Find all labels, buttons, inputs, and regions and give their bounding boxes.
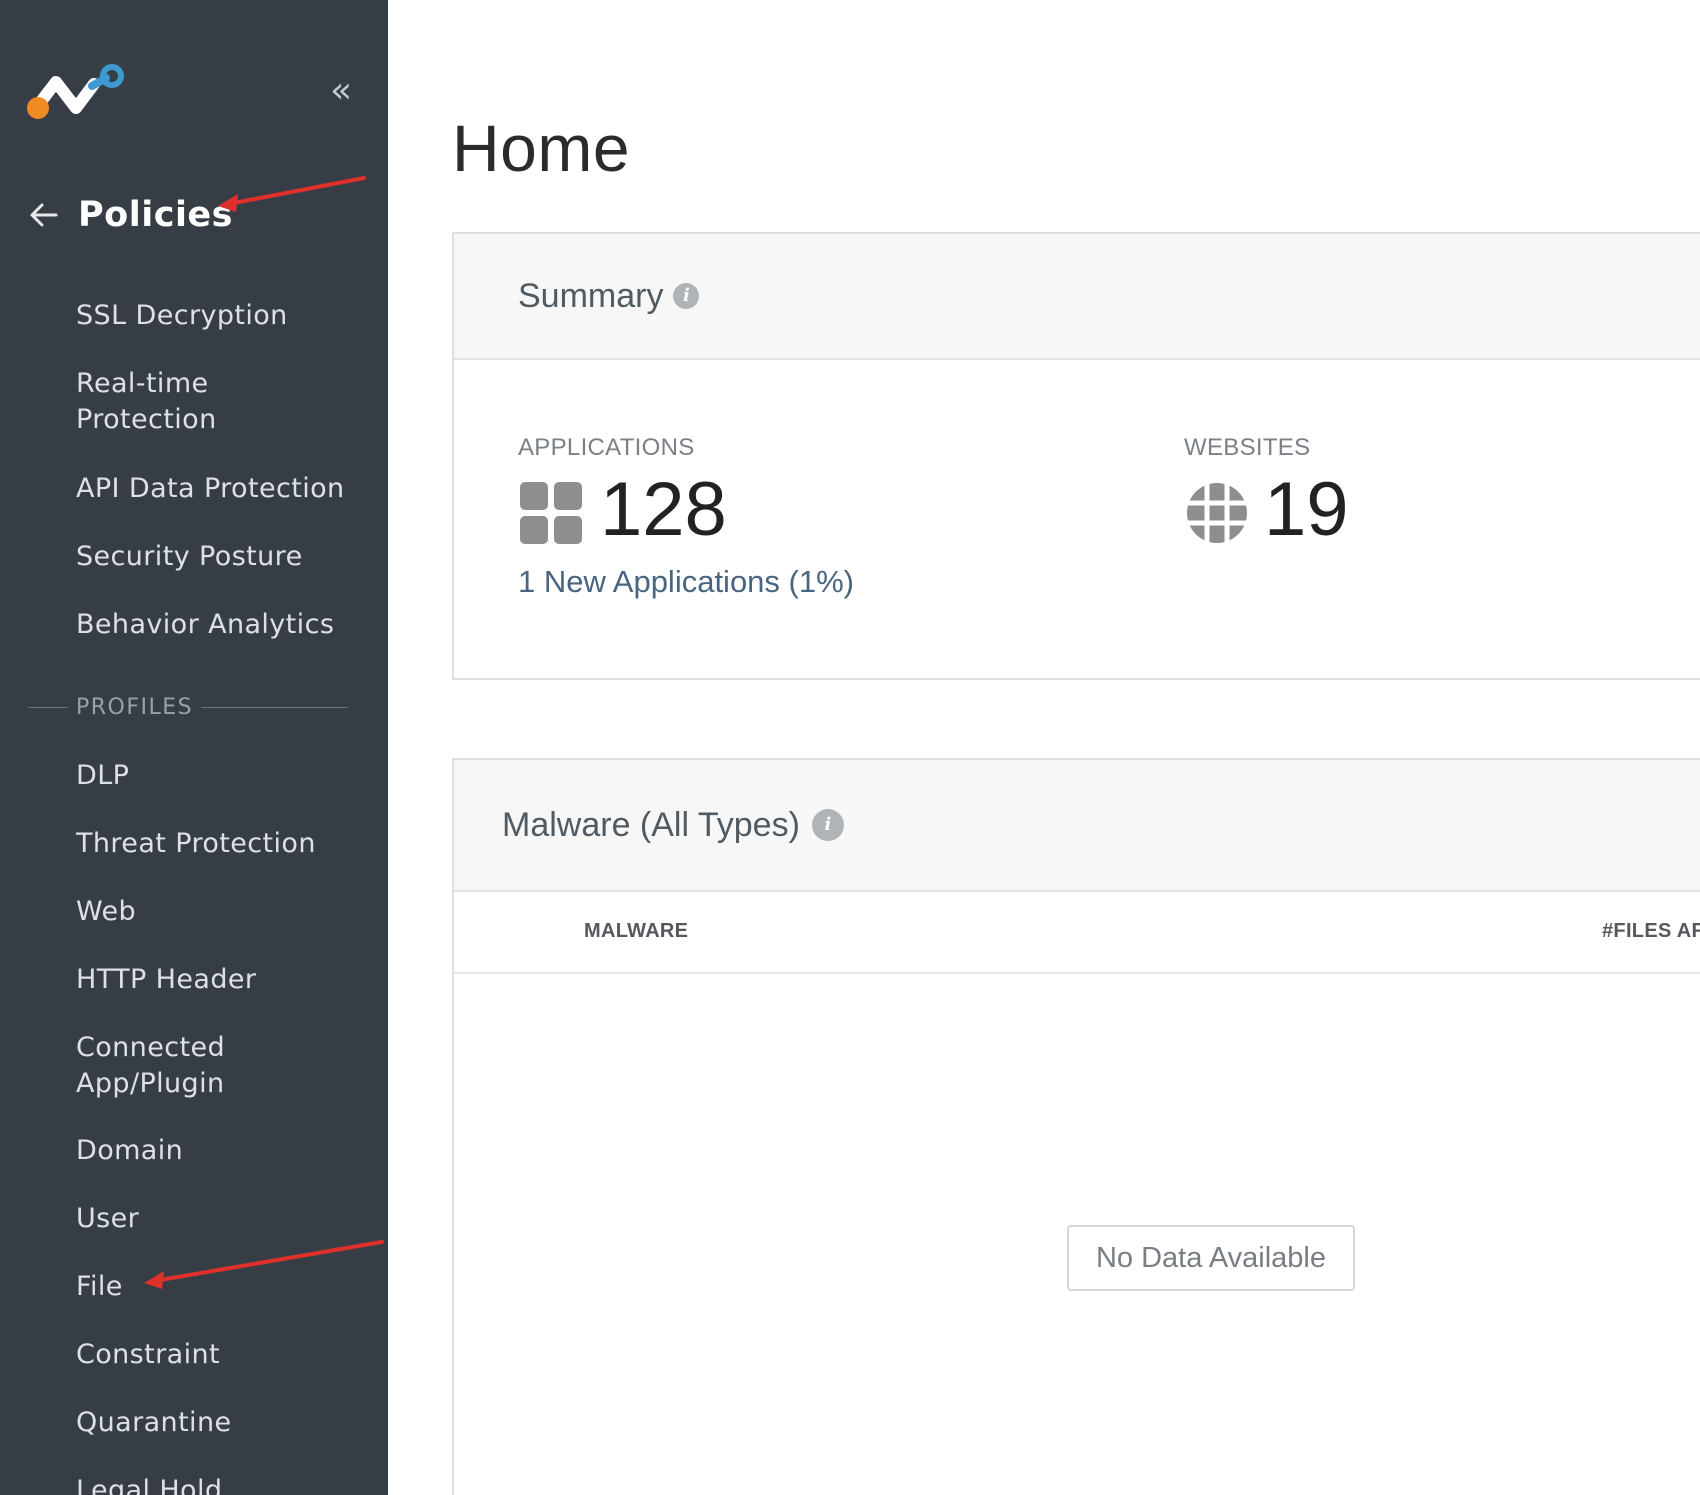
sidebar-item-threat-protection[interactable]: Threat Protection: [76, 826, 366, 862]
column-header-files-affected[interactable]: #FILES AFF: [1602, 920, 1700, 943]
summary-card: Summary i APPLICATIONS 128 1 New Applica…: [452, 232, 1700, 680]
websites-label: WEBSITES: [1184, 434, 1311, 461]
collapse-sidebar-icon[interactable]: «: [326, 73, 356, 109]
sidebar-item-real-time-protection[interactable]: Real-time Protection: [76, 366, 306, 438]
new-applications-link[interactable]: 1 New Applications (1%): [518, 564, 854, 600]
summary-title: Summary: [518, 276, 664, 315]
summary-header: Summary i: [454, 234, 1700, 360]
sidebar-item-dlp[interactable]: DLP: [76, 758, 366, 794]
sidebar-item-quarantine[interactable]: Quarantine: [76, 1405, 366, 1441]
page-title: Home: [452, 111, 631, 185]
info-icon[interactable]: i: [673, 283, 700, 309]
applications-grid-icon: [520, 482, 582, 544]
netskope-logo[interactable]: [26, 64, 126, 124]
sidebar-item-legal-hold[interactable]: Legal Hold: [76, 1473, 366, 1495]
no-data-message: No Data Available: [1067, 1225, 1355, 1291]
sidebar-item-security-posture[interactable]: Security Posture: [76, 539, 366, 575]
profiles-label: PROFILES: [76, 694, 194, 720]
back-arrow-icon[interactable]: [28, 199, 60, 231]
policies-header: Policies: [28, 190, 233, 240]
malware-table-header: MALWARE #FILES AFF: [454, 892, 1700, 974]
sidebar-item-connected-app-plugin[interactable]: Connected App/Plugin: [76, 1030, 276, 1102]
profiles-divider: PROFILES: [28, 690, 348, 724]
sidebar-item-api-data-protection[interactable]: API Data Protection: [76, 471, 366, 507]
applications-label: APPLICATIONS: [518, 434, 695, 461]
sidebar-item-behavior-analytics[interactable]: Behavior Analytics: [76, 607, 366, 643]
main-content: Home Summary i APPLICATIONS 128 1 New Ap…: [388, 0, 1700, 1495]
sidebar-item-ssl-decryption[interactable]: SSL Decryption: [76, 298, 366, 334]
sidebar: « Policies SSL Decryption Real-time Prot…: [0, 0, 388, 1495]
divider-line: [28, 706, 68, 708]
malware-title: Malware (All Types): [502, 805, 800, 844]
sidebar-item-file[interactable]: File: [76, 1269, 366, 1305]
column-header-malware[interactable]: MALWARE: [584, 920, 688, 943]
globe-icon: [1186, 482, 1248, 544]
applications-count: 128: [600, 467, 727, 552]
policies-title: Policies: [78, 195, 234, 235]
sidebar-item-web[interactable]: Web: [76, 894, 366, 930]
websites-count: 19: [1264, 467, 1349, 552]
sidebar-item-http-header[interactable]: HTTP Header: [76, 962, 366, 998]
info-icon[interactable]: i: [811, 809, 844, 841]
divider-line: [201, 706, 348, 708]
sidebar-item-user[interactable]: User: [76, 1201, 366, 1237]
sidebar-item-domain[interactable]: Domain: [76, 1133, 366, 1169]
malware-header: Malware (All Types) i: [454, 760, 1700, 892]
malware-card: Malware (All Types) i MALWARE #FILES AFF: [452, 758, 1700, 1495]
sidebar-item-constraint[interactable]: Constraint: [76, 1337, 366, 1373]
